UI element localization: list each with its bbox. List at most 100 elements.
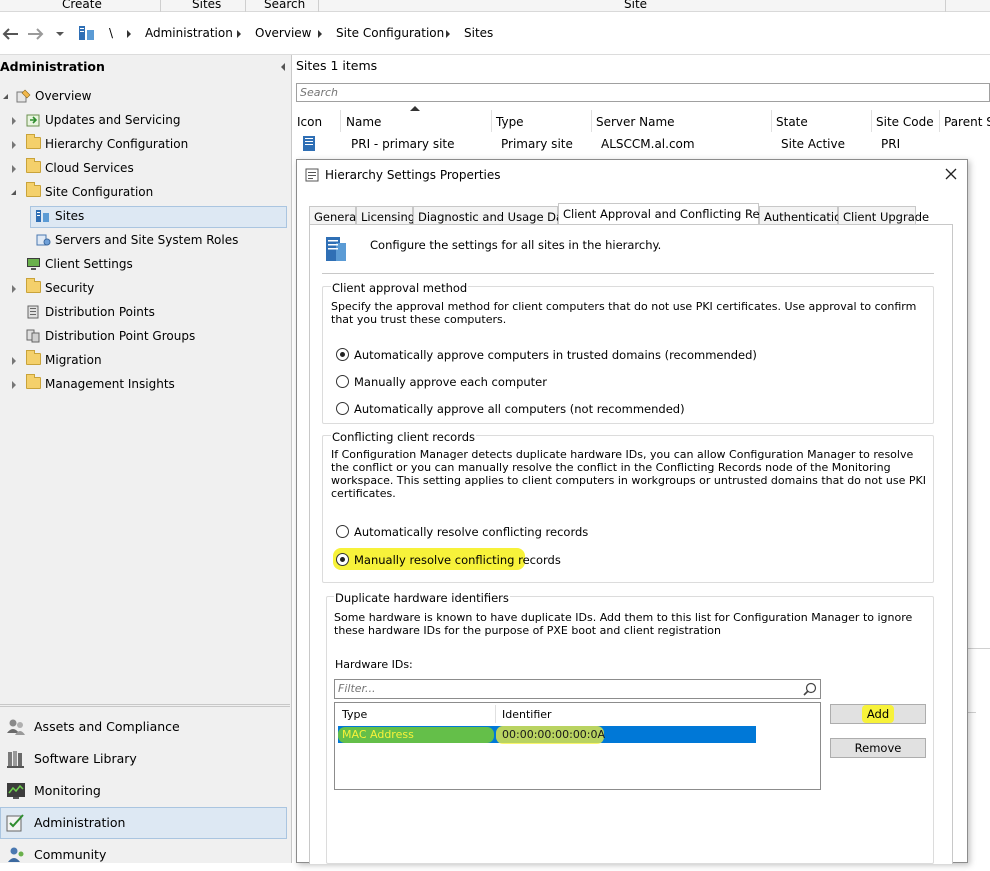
folder-icon	[26, 350, 41, 365]
tree-item-distribution-points[interactable]: Distribution Points	[0, 302, 290, 324]
list-title: Sites 1 items	[296, 58, 378, 73]
collapsed-arrow-icon[interactable]	[12, 165, 16, 173]
tab-general[interactable]: General	[309, 206, 359, 225]
column-divider	[495, 705, 496, 723]
collapsed-arrow-icon[interactable]	[12, 141, 16, 149]
radio-button[interactable]	[336, 525, 349, 538]
distribution-points-icon	[27, 305, 39, 319]
tree-item-updates-and-servicing[interactable]: Updates and Servicing	[0, 110, 290, 132]
radio-approve-manually[interactable]: Manually approve each computer	[336, 374, 736, 390]
close-icon[interactable]	[945, 168, 957, 180]
client-settings-icon	[27, 258, 40, 270]
tab-licensing[interactable]: Licensing	[356, 206, 415, 225]
column-header-parent-site[interactable]: Parent Si	[940, 110, 990, 132]
tree-item-hierarchy-configuration[interactable]: Hierarchy Configuration	[0, 134, 290, 156]
column-header-server-name[interactable]: Server Name	[592, 110, 772, 132]
breadcrumb-site-configuration[interactable]: Site Configuration	[336, 26, 444, 40]
ribbon-group-site: Site	[624, 0, 648, 11]
breadcrumb-separator-icon	[127, 30, 131, 38]
updates-icon	[26, 114, 40, 127]
radio-button-selected[interactable]	[336, 348, 349, 361]
tab-client-upgrade[interactable]: Client Upgrade	[838, 206, 929, 225]
navigation-pane: Administration Overview Updates and Serv…	[0, 55, 292, 863]
tree-item-management-insights[interactable]: Management Insights	[0, 374, 290, 396]
primary-site-icon	[303, 136, 315, 151]
row-name: PRI - primary site	[351, 137, 455, 151]
details-pane-border	[968, 648, 990, 649]
table-row-selected[interactable]: MAC Address 00:00:00:00:00:0A	[338, 726, 756, 744]
add-button[interactable]: Add	[830, 704, 926, 724]
tree-item-overview[interactable]: Overview	[0, 86, 290, 108]
collapsed-arrow-icon[interactable]	[12, 117, 16, 125]
back-arrow-icon[interactable]	[0, 26, 20, 42]
radio-auto-resolve-conflicts[interactable]: Automatically resolve conflicting record…	[336, 524, 736, 540]
tab-authentication[interactable]: Authentication	[759, 206, 848, 225]
column-header-site-code[interactable]: Site Code	[872, 110, 940, 132]
tab-diagnostic-and-usage-data[interactable]: Diagnostic and Usage Data	[413, 206, 575, 225]
details-pane-border	[968, 712, 976, 713]
filter-input[interactable]	[335, 680, 795, 697]
ribbon-group-search: Search	[264, 0, 306, 11]
collapsed-arrow-icon[interactable]	[12, 357, 16, 365]
tab-panel-client-approval: Configure the settings for all sites in …	[309, 224, 953, 864]
tree-item-migration[interactable]: Migration	[0, 350, 290, 372]
radio-approve-trusted-domains[interactable]: Automatically approve computers in trust…	[336, 347, 757, 363]
search-box[interactable]	[296, 83, 990, 102]
forward-arrow-icon[interactable]	[26, 26, 46, 42]
tree-item-site-configuration[interactable]: Site Configuration	[0, 182, 290, 204]
radio-button[interactable]	[336, 375, 349, 388]
breadcrumb-root[interactable]: \	[109, 26, 113, 40]
column-header-identifier[interactable]: Identifier	[502, 708, 552, 721]
column-header-name[interactable]: Name	[342, 110, 492, 132]
collapse-pane-icon[interactable]	[279, 63, 287, 71]
row-site-code: PRI	[881, 137, 901, 151]
remove-button[interactable]: Remove	[830, 738, 926, 758]
radio-approve-all[interactable]: Automatically approve all computers (not…	[336, 401, 736, 417]
search-input[interactable]	[297, 84, 989, 101]
conflicting-records-title: Conflicting client records	[331, 430, 477, 444]
tree-item-servers-and-site-system-roles[interactable]: Servers and Site System Roles	[0, 230, 290, 252]
client-approval-description: Specify the approval method for client c…	[331, 300, 917, 326]
breadcrumb-separator-icon	[318, 30, 322, 38]
column-header-state[interactable]: State	[772, 110, 872, 132]
radio-manually-resolve-conflicts[interactable]: Manually resolve conflicting records	[336, 552, 736, 568]
collapsed-arrow-icon[interactable]	[12, 285, 16, 293]
folder-icon	[26, 278, 41, 293]
column-header-icon[interactable]: Icon	[293, 110, 341, 132]
breadcrumb-overview[interactable]: Overview	[255, 26, 312, 40]
column-header-hw-type[interactable]: Type	[342, 708, 367, 721]
column-header-type[interactable]: Type	[492, 110, 592, 132]
workspace-administration[interactable]: Administration	[0, 807, 287, 839]
filter-box[interactable]	[334, 679, 821, 699]
overview-icon	[16, 89, 31, 103]
tree-item-distribution-point-groups[interactable]: Distribution Point Groups	[0, 326, 290, 348]
breadcrumb-administration[interactable]: Administration	[145, 26, 233, 40]
sites-node-icon	[79, 26, 94, 40]
duplicate-hardware-title: Duplicate hardware identifiers	[334, 591, 510, 605]
hardware-ids-label: Hardware IDs:	[335, 658, 413, 671]
hardware-ids-list[interactable]: Type Identifier MAC Address 00:00:00:00:…	[334, 702, 821, 790]
tab-client-approval-and-conflicting-records[interactable]: Client Approval and Conflicting Records	[558, 203, 791, 226]
radio-button[interactable]	[336, 402, 349, 415]
search-icon[interactable]	[803, 682, 817, 696]
collapsed-arrow-icon[interactable]	[12, 381, 16, 389]
workspace-community[interactable]: Community	[0, 839, 287, 871]
folder-icon	[26, 182, 41, 197]
expanded-arrow-icon[interactable]	[11, 190, 16, 195]
tree-item-security[interactable]: Security	[0, 278, 290, 300]
workspace-software-library[interactable]: Software Library	[0, 743, 287, 775]
workspace-splitter[interactable]	[0, 704, 290, 707]
workspace-assets-and-compliance[interactable]: Assets and Compliance	[0, 711, 287, 743]
hierarchy-settings-icon	[326, 237, 346, 261]
breadcrumb-sites[interactable]: Sites	[464, 26, 493, 40]
workspace-monitoring[interactable]: Monitoring	[0, 775, 287, 807]
tree-item-sites[interactable]: Sites	[30, 206, 287, 228]
sites-icon	[36, 210, 49, 222]
conflicting-records-description: If Configuration Manager detects duplica…	[331, 448, 926, 500]
duplicate-hardware-description: Some hardware is known to have duplicate…	[334, 611, 913, 637]
tree-item-cloud-services[interactable]: Cloud Services	[0, 158, 290, 180]
tree-item-client-settings[interactable]: Client Settings	[0, 254, 290, 276]
expanded-arrow-icon[interactable]	[3, 94, 8, 99]
history-dropdown-icon[interactable]	[56, 30, 64, 38]
radio-button-selected[interactable]	[336, 553, 349, 566]
